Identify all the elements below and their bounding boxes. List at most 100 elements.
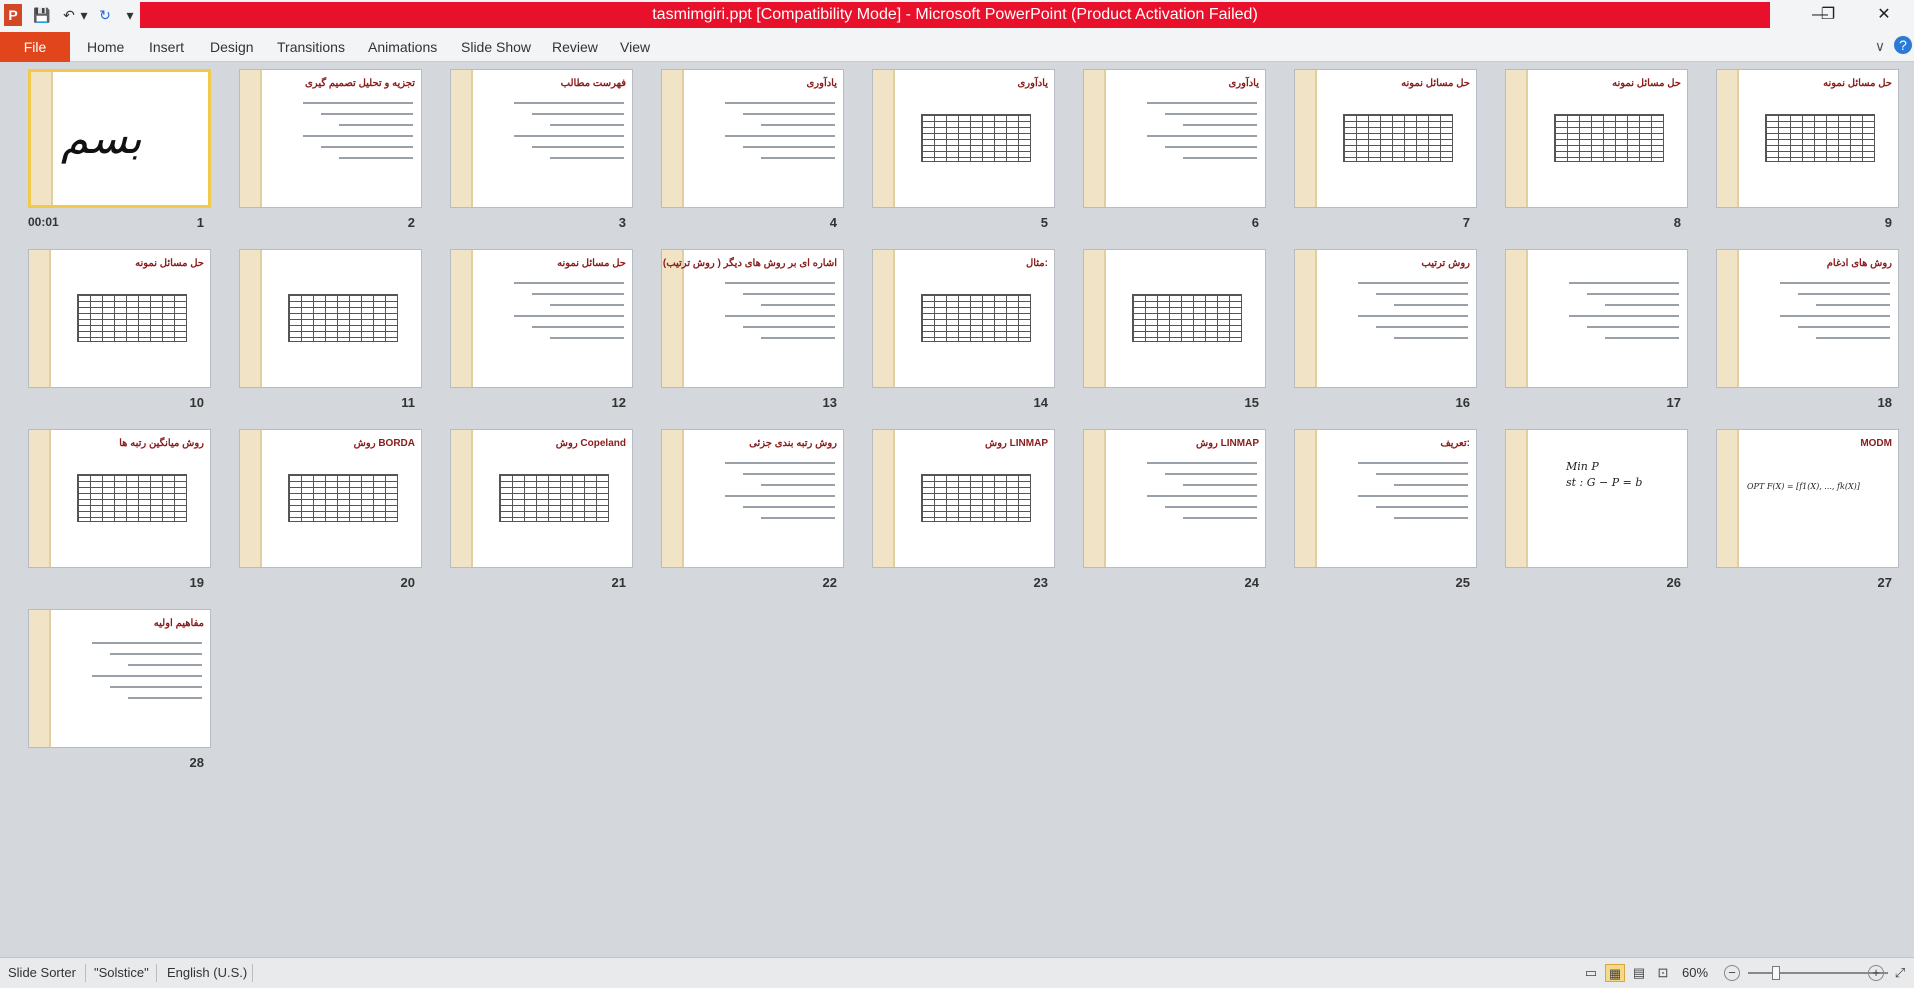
slide-canvas[interactable]: روش LINMAP (872, 429, 1055, 568)
slide-canvas[interactable]: تعریف: (1294, 429, 1477, 568)
close-button[interactable]: ✕ (1864, 3, 1904, 27)
slide-thumbnail[interactable]: روش ترتیب 16 (1294, 249, 1477, 410)
zoom-in-button[interactable]: + (1868, 965, 1884, 981)
normal-view-button[interactable]: ▭ (1581, 964, 1601, 982)
status-theme[interactable]: "Solstice" (94, 965, 149, 980)
slide-thumbnail[interactable]: یادآوری 4 (661, 69, 844, 230)
slide-canvas[interactable]: روش ترتیب (1294, 249, 1477, 388)
slide-canvas[interactable]: روش های ادغام (1716, 249, 1899, 388)
slide-canvas[interactable] (1505, 249, 1688, 388)
slide-title: حل مسائل نمونه (557, 258, 626, 269)
theme-side-band (451, 250, 471, 387)
zoom-out-button[interactable]: − (1724, 965, 1740, 981)
slide-canvas[interactable]: یادآوری (1083, 69, 1266, 208)
slide-canvas[interactable]: حل مسائل نمونه (1505, 69, 1688, 208)
slide-sorter-view-button[interactable]: ▦ (1605, 964, 1625, 982)
slide-thumbnail[interactable]: روش LINMAP 24 (1083, 429, 1266, 590)
slide-canvas[interactable] (239, 249, 422, 388)
slide-number: 7 (1462, 215, 1470, 230)
text-line-placeholder (92, 642, 202, 644)
slide-thumbnail[interactable]: حل مسائل نمونه 10 (28, 249, 211, 410)
slide-canvas[interactable]: مثال: (872, 249, 1055, 388)
save-icon[interactable]: 💾 (32, 4, 52, 26)
tab-view[interactable]: View (620, 36, 650, 58)
undo-dropdown-icon[interactable]: ▾ (78, 4, 90, 26)
theme-side-band (1084, 430, 1104, 567)
help-icon[interactable]: ? (1894, 36, 1912, 54)
theme-side-line (1315, 250, 1317, 387)
slide-canvas[interactable]: روش رتبه بندی جزئی (661, 429, 844, 568)
slide-canvas[interactable]: روش LINMAP (1083, 429, 1266, 568)
tab-insert[interactable]: Insert (149, 36, 184, 58)
slide-thumbnail[interactable]: روش BORDA 20 (239, 429, 422, 590)
zoom-level[interactable]: 60% (1682, 965, 1708, 980)
slide-thumbnail[interactable]: 11 (239, 249, 422, 410)
slide-number: 12 (611, 395, 626, 410)
slide-canvas[interactable]: اشاره ای بر روش های دیگر ( روش ترتیب) (661, 249, 844, 388)
slide-canvas[interactable]: یادآوری (661, 69, 844, 208)
slide-thumbnail[interactable]: حل مسائل نمونه 8 (1505, 69, 1688, 230)
tab-animations[interactable]: Animations (368, 36, 437, 58)
slide-canvas[interactable]: مفاهیم اولیه (28, 609, 211, 748)
slide-canvas[interactable]: حل مسائل نمونه (28, 249, 211, 388)
tab-design[interactable]: Design (210, 36, 254, 58)
slide-canvas[interactable]: حل مسائل نمونه (450, 249, 633, 388)
theme-side-line (471, 250, 473, 387)
tab-file[interactable]: File (0, 32, 70, 62)
slide-thumbnail[interactable]: حل مسائل نمونه 7 (1294, 69, 1477, 230)
tab-review[interactable]: Review (552, 36, 598, 58)
slide-canvas[interactable]: Min P st : G − P = b (1505, 429, 1688, 568)
slide-canvas[interactable]: تجزیه و تحلیل تصمیم گیری (239, 69, 422, 208)
slide-canvas[interactable]: MODM OPT F(X) = [f1(X), ..., fk(X)] (1716, 429, 1899, 568)
fit-to-window-icon[interactable]: ⤢ (1890, 964, 1910, 982)
slide-canvas[interactable]: حل مسائل نمونه (1716, 69, 1899, 208)
theme-side-band (1717, 70, 1737, 207)
minimize-ribbon-icon[interactable]: ∨ (1870, 36, 1890, 56)
slide-title: یادآوری (1017, 78, 1048, 89)
slide-canvas[interactable]: روش BORDA (239, 429, 422, 568)
reading-view-button[interactable]: ▤ (1629, 964, 1649, 982)
slide-thumbnail[interactable]: تجزیه و تحلیل تصمیم گیری 2 (239, 69, 422, 230)
undo-icon[interactable]: ↶ (60, 4, 78, 26)
slide-thumbnail[interactable]: بسم الله الرحمن الرحیم 1 00:01 (28, 69, 211, 230)
tab-home[interactable]: Home (87, 36, 124, 58)
slide-thumbnail[interactable]: تعریف: 25 (1294, 429, 1477, 590)
slide-thumbnail[interactable]: روش LINMAP 23 (872, 429, 1055, 590)
zoom-slider-track[interactable] (1748, 972, 1888, 974)
slide-canvas[interactable]: فهرست مطالب (450, 69, 633, 208)
slide-thumbnail[interactable]: فهرست مطالب 3 (450, 69, 633, 230)
slide-thumbnail[interactable]: Min P st : G − P = b 26 (1505, 429, 1688, 590)
slide-thumbnail[interactable]: 17 (1505, 249, 1688, 410)
powerpoint-app-icon[interactable]: P (4, 4, 22, 26)
status-divider (85, 964, 86, 982)
slide-thumbnail[interactable]: روش Copeland 21 (450, 429, 633, 590)
slide-thumbnail[interactable]: حل مسائل نمونه 12 (450, 249, 633, 410)
slide-show-button[interactable]: ⊡ (1653, 964, 1673, 982)
redo-icon[interactable]: ↻ (96, 4, 114, 26)
tab-slide-show[interactable]: Slide Show (461, 36, 531, 58)
slide-canvas[interactable]: روش میانگین رتبه ها (28, 429, 211, 568)
slide-thumbnail[interactable]: حل مسائل نمونه 9 (1716, 69, 1899, 230)
slide-thumbnail[interactable]: یادآوری 5 (872, 69, 1055, 230)
slide-thumbnail[interactable]: مفاهیم اولیه 28 (28, 609, 211, 770)
tab-transitions[interactable]: Transitions (277, 36, 345, 58)
slide-canvas[interactable]: حل مسائل نمونه (1294, 69, 1477, 208)
slide-canvas[interactable]: یادآوری (872, 69, 1055, 208)
slide-thumbnail[interactable]: 15 (1083, 249, 1266, 410)
customize-quick-access-icon[interactable]: ▾ (124, 4, 136, 26)
theme-side-band (29, 430, 49, 567)
slide-title: یادآوری (806, 78, 837, 89)
slide-thumbnail[interactable]: اشاره ای بر روش های دیگر ( روش ترتیب) 13 (661, 249, 844, 410)
slide-thumbnail[interactable]: MODM OPT F(X) = [f1(X), ..., fk(X)] 27 (1716, 429, 1899, 590)
slide-thumbnail[interactable]: روش رتبه بندی جزئی 22 (661, 429, 844, 590)
zoom-slider-thumb[interactable] (1772, 966, 1780, 980)
slide-thumbnail[interactable]: روش های ادغام 18 (1716, 249, 1899, 410)
slide-thumbnail[interactable]: یادآوری 6 (1083, 69, 1266, 230)
slide-canvas[interactable]: روش Copeland (450, 429, 633, 568)
slide-thumbnail[interactable]: مثال: 14 (872, 249, 1055, 410)
status-language[interactable]: English (U.S.) (167, 965, 247, 980)
slide-canvas[interactable]: بسم الله الرحمن الرحیم (28, 69, 211, 208)
slide-canvas[interactable] (1083, 249, 1266, 388)
restore-button[interactable]: ❐ (1808, 3, 1848, 27)
slide-thumbnail[interactable]: روش میانگین رتبه ها 19 (28, 429, 211, 590)
